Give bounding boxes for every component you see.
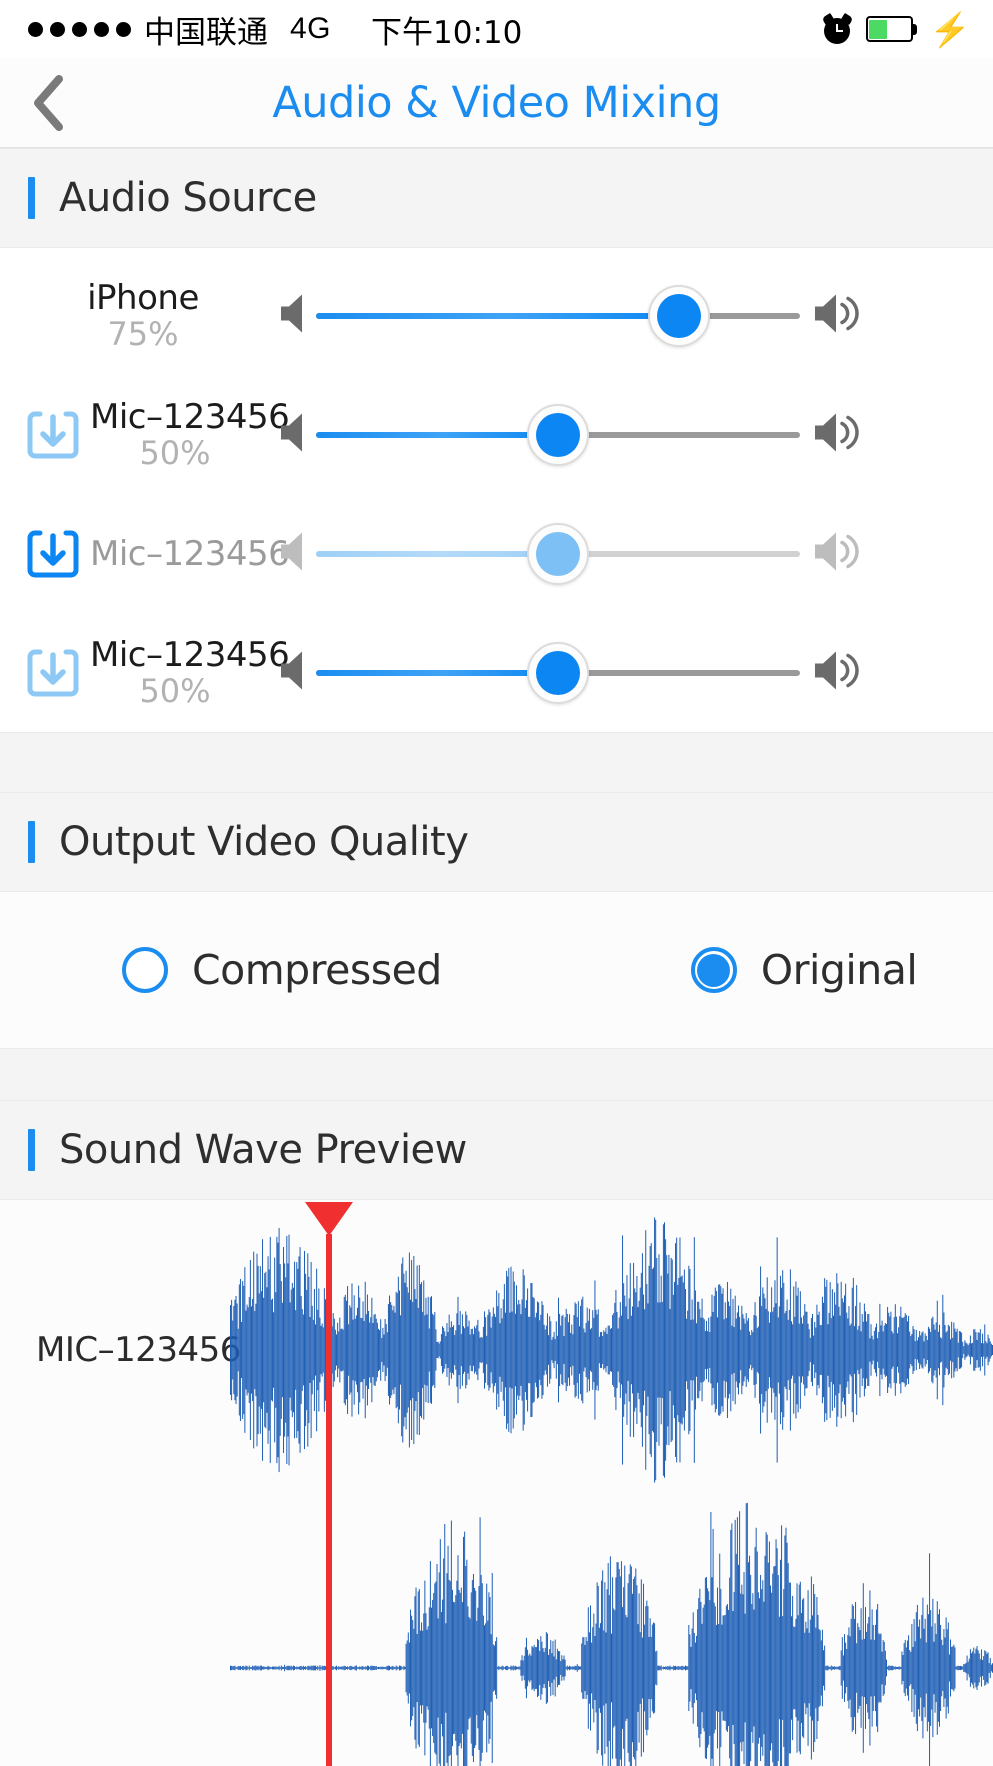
radio-circle-icon[interactable] bbox=[122, 947, 168, 993]
audio-source-name: iPhone bbox=[87, 277, 199, 318]
output-quality-options: Compressed Original bbox=[0, 892, 993, 1048]
section-accent-bar bbox=[28, 1129, 35, 1171]
lightning-bolt-icon: ⚡ bbox=[929, 10, 971, 48]
signal-dot bbox=[28, 21, 43, 37]
page-title: Audio & Video Mixing bbox=[272, 77, 721, 128]
section-title-sound-wave: Sound Wave Preview bbox=[59, 1127, 467, 1173]
audio-source-list: iPhone 75% Mic–123456 50% Mic–123456 Mic… bbox=[0, 248, 993, 732]
signal-dot bbox=[116, 21, 131, 37]
signal-dot bbox=[50, 21, 65, 37]
audio-source-labels: Mic–123456 50% bbox=[90, 634, 290, 710]
radio-circle-selected-icon[interactable] bbox=[690, 947, 737, 993]
alarm-clock-icon bbox=[821, 12, 854, 44]
section-title-audio-source: Audio Source bbox=[59, 175, 317, 221]
audio-source-row[interactable]: Mic–123456 50% bbox=[0, 375, 993, 494]
speaker-loud-icon bbox=[812, 529, 866, 578]
audio-source-name: Mic–123456 bbox=[90, 533, 290, 574]
slider-thumb[interactable] bbox=[648, 284, 710, 347]
speaker-loud-icon bbox=[812, 291, 866, 340]
section-header-output-quality: Output Video Quality bbox=[0, 792, 993, 892]
network-type: 4G bbox=[290, 12, 332, 45]
section-accent-bar bbox=[28, 821, 35, 863]
waveform-label: MIC–123456 bbox=[36, 1330, 241, 1370]
slider-fill bbox=[316, 550, 558, 557]
navigation-bar: Audio & Video Mixing bbox=[0, 58, 993, 148]
audio-source-percent: 50% bbox=[139, 671, 211, 710]
waveform-track[interactable]: MIC–123456 bbox=[0, 1200, 993, 1500]
section-gap bbox=[0, 732, 993, 792]
volume-slider[interactable] bbox=[316, 281, 800, 351]
audio-source-row[interactable]: Mic–123456 50% bbox=[0, 613, 993, 732]
speaker-mute-icon bbox=[278, 648, 316, 697]
section-title-output-quality: Output Video Quality bbox=[59, 819, 469, 865]
volume-slider[interactable] bbox=[316, 400, 800, 470]
audio-source-name: Mic–123456 bbox=[90, 396, 290, 437]
section-gap bbox=[0, 1048, 993, 1100]
radio-option-compressed[interactable]: Compressed bbox=[122, 946, 442, 994]
volume-slider[interactable] bbox=[316, 638, 800, 708]
waveform-canvas[interactable] bbox=[230, 1500, 993, 1766]
signal-dot bbox=[94, 21, 109, 37]
speaker-mute-icon bbox=[278, 291, 316, 340]
section-header-audio-source: Audio Source bbox=[0, 148, 993, 248]
speaker-mute-icon bbox=[278, 529, 316, 578]
audio-source-labels: Mic–123456 50% bbox=[90, 396, 290, 472]
carrier-name: 中国联通 bbox=[144, 14, 268, 51]
audio-source-row[interactable]: iPhone 75% bbox=[0, 256, 993, 375]
section-header-sound-wave: Sound Wave Preview bbox=[0, 1100, 993, 1200]
status-bar: 中国联通 4G 下午10:10 ⚡ bbox=[0, 0, 993, 58]
signal-strength-dots bbox=[28, 21, 131, 37]
playhead-marker-icon[interactable] bbox=[305, 1202, 354, 1236]
status-bar-clock: 下午10:10 bbox=[371, 14, 523, 51]
section-accent-bar bbox=[28, 177, 35, 219]
waveform-track[interactable]: MIC–123456 bbox=[0, 1500, 993, 1766]
slider-thumb[interactable] bbox=[527, 641, 589, 704]
audio-source-percent: 50% bbox=[139, 433, 211, 472]
download-icon[interactable] bbox=[26, 527, 80, 581]
volume-slider[interactable] bbox=[316, 519, 800, 589]
slider-thumb[interactable] bbox=[527, 522, 589, 585]
app-screen: 中国联通 4G 下午10:10 ⚡ Audio & Video Mixing A… bbox=[0, 0, 993, 1766]
slider-fill bbox=[316, 431, 558, 438]
status-bar-left: 中国联通 4G 下午10:10 bbox=[28, 7, 522, 52]
slider-thumb[interactable] bbox=[527, 403, 589, 466]
audio-source-row[interactable]: Mic–123456 bbox=[0, 494, 993, 613]
sound-wave-preview[interactable]: MIC–123456 MIC–123456 bbox=[0, 1200, 993, 1766]
audio-source-labels: iPhone 75% bbox=[26, 277, 260, 353]
signal-dot bbox=[72, 21, 87, 37]
audio-source-labels: Mic–123456 bbox=[90, 533, 290, 574]
audio-source-name: Mic–123456 bbox=[90, 634, 290, 675]
audio-source-percent: 75% bbox=[107, 314, 179, 353]
download-icon[interactable] bbox=[26, 408, 80, 462]
slider-fill bbox=[316, 312, 679, 319]
radio-option-original[interactable]: Original bbox=[690, 946, 918, 994]
waveform-canvas[interactable] bbox=[230, 1200, 993, 1500]
playhead-line[interactable] bbox=[326, 1234, 333, 1766]
download-icon[interactable] bbox=[26, 646, 80, 700]
speaker-loud-icon bbox=[812, 648, 866, 697]
battery-icon bbox=[865, 16, 917, 42]
speaker-mute-icon bbox=[278, 410, 316, 459]
slider-fill bbox=[316, 669, 558, 676]
speaker-loud-icon bbox=[812, 410, 866, 459]
radio-label-compressed: Compressed bbox=[192, 946, 442, 994]
radio-label-original: Original bbox=[760, 946, 918, 994]
status-bar-right: ⚡ bbox=[821, 0, 971, 58]
